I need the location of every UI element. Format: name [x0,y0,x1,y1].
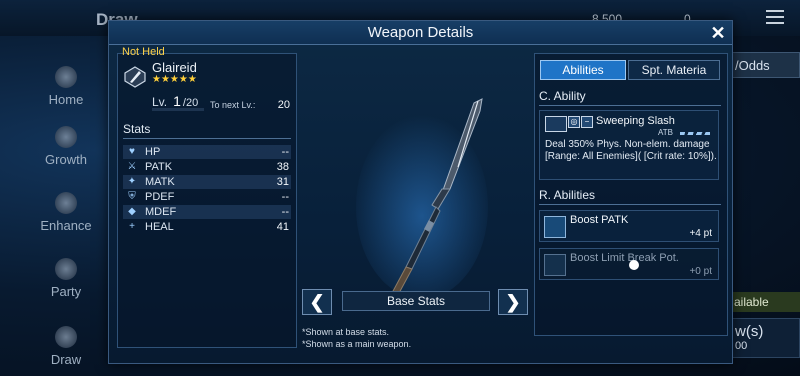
nav-draw[interactable]: Draw [30,326,102,367]
stat-name: MATK [145,176,175,188]
nav-party[interactable]: Party [30,258,102,299]
next-weapon-button[interactable]: ❯ [498,289,528,315]
menu-icon[interactable] [766,10,784,24]
r-ability-name: Boost Limit Break Pot. [570,252,679,264]
nav-home[interactable]: Home [30,66,102,107]
not-held-label: Not Held [122,46,165,58]
weapon-image [356,98,488,297]
magic-shield-icon: ◆ [128,206,136,217]
element-badge-icon: ◎ [568,116,580,128]
r-ability-points: +4 pt [689,228,712,239]
r-abilities-heading: R. Abilities [539,188,596,202]
next-level-label: To next Lv.: [210,100,256,110]
stat-name: HP [145,146,161,158]
nav-enhance[interactable]: Enhance [30,192,102,233]
note-base-stats: *Shown at base stats. [302,327,390,337]
weapon-type-icon [124,66,146,88]
lock-icon [629,260,639,270]
tab-spt-materia[interactable]: Spt. Materia [628,60,720,80]
stat-row-patk: ⚔ PATK 38 [123,160,291,174]
nav-growth[interactable]: Growth [30,126,102,167]
crossed-swords-icon [544,254,566,276]
minus-badge-icon: − [581,116,593,128]
draw-button-label: w(s) [735,323,764,340]
atb-cost-bars [680,132,710,135]
c-ability-heading: C. Ability [539,89,586,103]
r-ability-name: Boost PATK [570,214,629,226]
shield-icon: ⛨ [128,191,136,202]
atb-label: ATB [658,128,673,137]
party-icon [55,258,77,280]
stat-row-heal: + HEAL 41 [123,220,291,234]
stat-value: 31 [276,176,289,188]
c-ability-description: Deal 350% Phys. Non-elem. damage [Range:… [545,139,717,162]
draw-icon [55,326,77,348]
odds-button[interactable]: /Odds [726,52,800,78]
nav-enhance-label: Enhance [40,218,92,233]
dialog-header: Weapon Details ✕ [109,21,732,45]
base-stats-toggle[interactable]: Base Stats [342,291,490,311]
draw-button-sub: 00 [735,340,748,352]
nav-party-label: Party [50,284,82,299]
level-value: 1 [173,93,181,109]
rarity-stars: ★★★★★ [152,74,197,85]
close-button[interactable]: ✕ [708,23,728,43]
stat-value: -- [281,191,289,203]
r-ability-boost-patk[interactable]: Boost PATK +4 pt [539,210,719,242]
stat-name: HEAL [145,221,174,233]
weapon-info-panel: Not Held Glaireid ★★★★★ Lv. 1/20 To next … [117,46,297,348]
stat-name: PATK [145,161,173,173]
stat-value: -- [281,146,289,158]
growth-icon [55,126,77,148]
home-icon [55,66,77,88]
tab-abilities[interactable]: Abilities [540,60,626,80]
stat-row-matk: ✦ MATK 31 [123,175,291,189]
level-progress-bar [152,108,204,111]
sword-ability-icon [544,216,566,238]
enhance-icon [55,192,77,214]
available-badge: ailable [726,292,800,312]
draw-button[interactable]: w(s) 00 [726,318,800,358]
c-ability-divider [539,105,721,106]
stat-value: 38 [276,161,289,173]
magic-icon: ✦ [127,176,137,187]
stat-value: -- [281,206,289,218]
stat-value: 41 [276,221,289,233]
stats-divider [123,138,291,139]
dialog-title: Weapon Details [367,24,474,41]
stat-row-mdef: ◆ MDEF -- [123,205,291,219]
note-main-weapon: *Shown as a main weapon. [302,339,412,349]
heal-icon: + [129,221,135,232]
stat-row-pdef: ⛨ PDEF -- [123,190,291,204]
stat-name: PDEF [145,191,175,203]
weapon-details-dialog: Weapon Details ✕ Not Held Glaireid ★★★★★… [108,20,733,364]
level-label: Lv. [152,95,168,109]
c-ability-name: Sweeping Slash [596,115,675,127]
r-ability-boost-limit-break[interactable]: Boost Limit Break Pot. +0 pt [539,248,719,280]
stat-row-hp: ♥ HP -- [123,145,291,159]
heart-icon: ♥ [129,146,135,157]
weapon-name: Glaireid [152,60,197,75]
nav-growth-label: Growth [45,152,87,167]
slash-icon [545,116,567,132]
sword-icon: ⚔ [127,161,137,172]
nav-home-label: Home [48,92,84,107]
stats-heading: Stats [123,122,151,136]
previous-weapon-button[interactable]: ❮ [302,289,332,315]
next-level-value: 20 [277,99,290,111]
stat-name: MDEF [145,206,177,218]
r-abilities-divider [539,204,721,205]
abilities-panel: Abilities Spt. Materia C. Ability ◎ − Sw… [534,53,728,336]
level-row: Lv. 1/20 [152,93,198,109]
nav-draw-label: Draw [50,352,82,367]
r-ability-points: +0 pt [689,266,712,277]
c-ability-card[interactable]: ◎ − Sweeping Slash ATB Deal 350% Phys. N… [539,110,719,180]
